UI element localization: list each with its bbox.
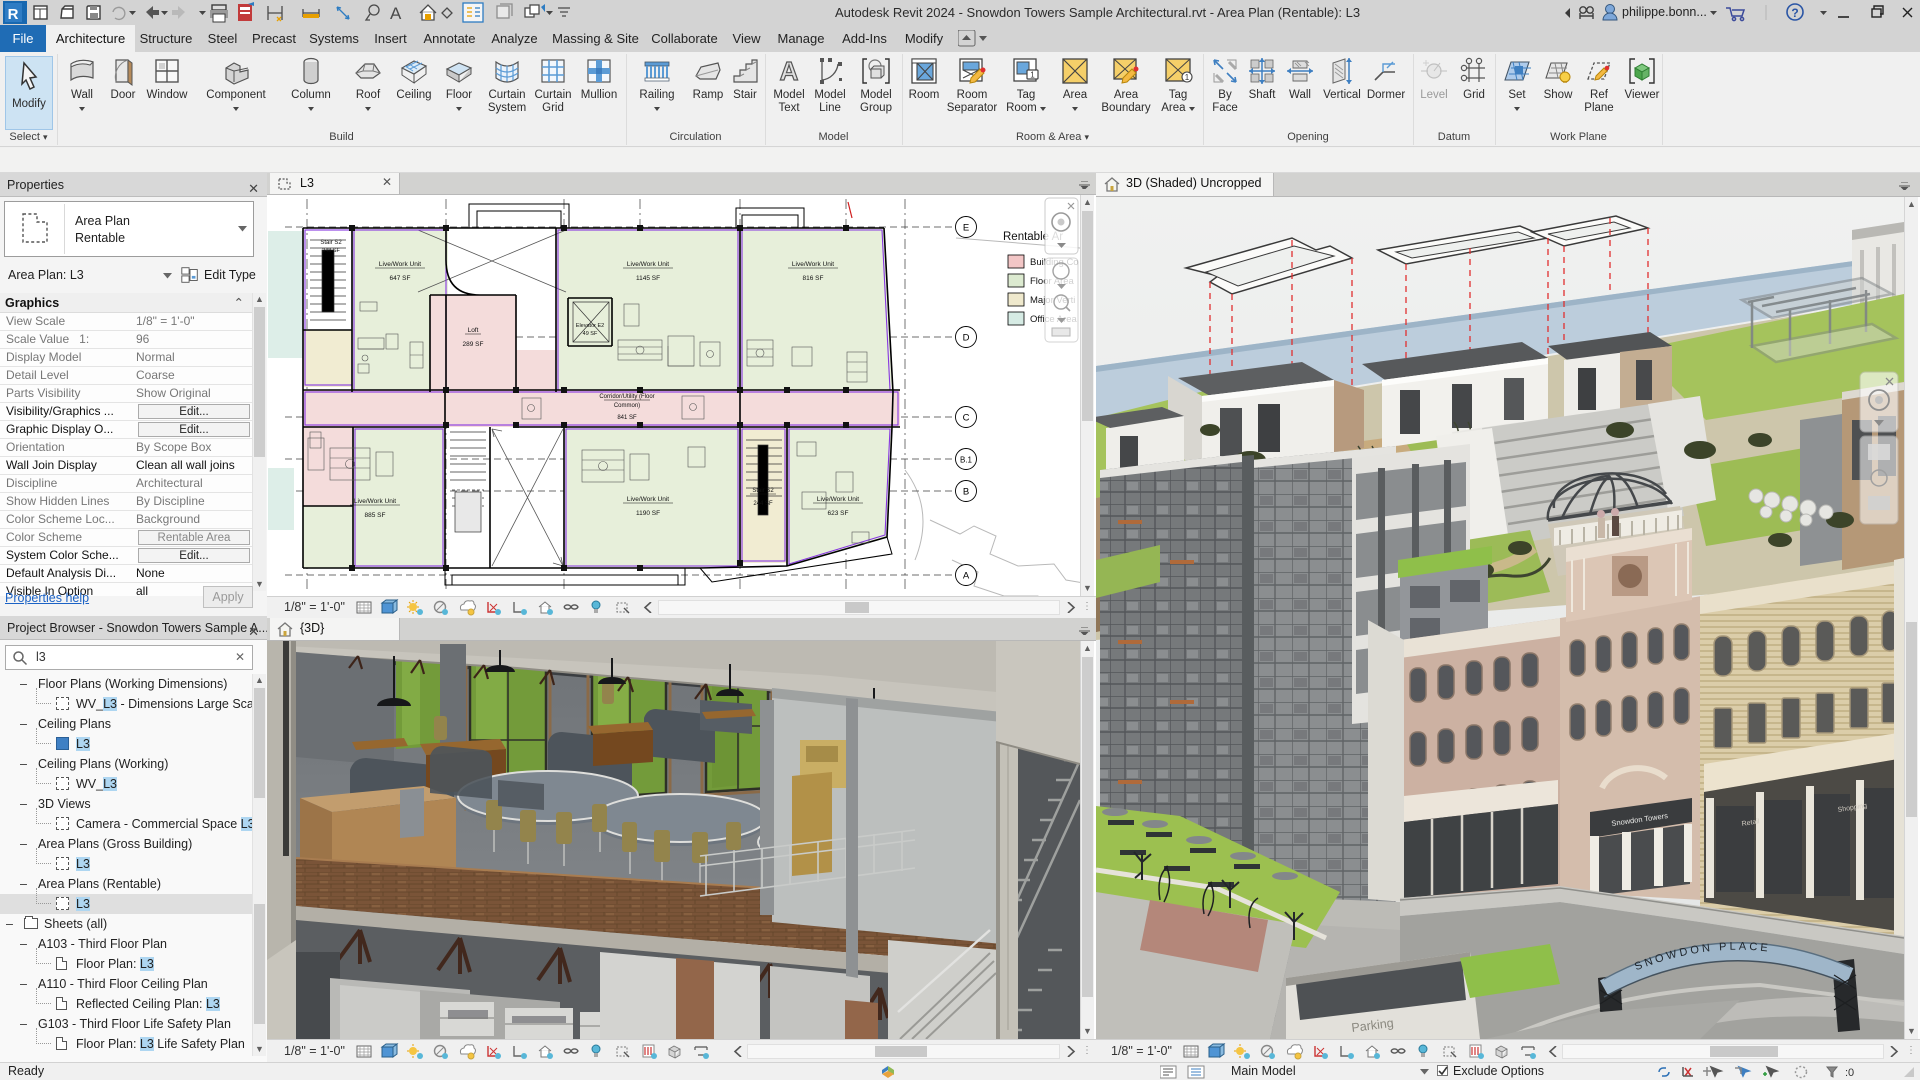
svg-text:?: ? [1791, 6, 1798, 20]
svg-text:623 SF: 623 SF [828, 510, 849, 517]
svg-text:1190 SF: 1190 SF [636, 510, 660, 517]
svg-text:Live/Work Unit: Live/Work Unit [627, 261, 669, 268]
svg-text:289 SF: 289 SF [463, 341, 484, 348]
svg-text:Stair S2: Stair S2 [752, 488, 774, 494]
svg-text:1: 1 [1185, 73, 1190, 82]
svg-text:1: 1 [1030, 71, 1035, 80]
svg-text:A: A [963, 571, 970, 582]
svg-text:1145 SF: 1145 SF [636, 275, 660, 282]
svg-text:49 SF: 49 SF [583, 331, 598, 337]
svg-text:Common): Common) [614, 403, 640, 409]
svg-text:D: D [963, 333, 970, 344]
svg-text:Live/Work Unit: Live/Work Unit [627, 496, 669, 503]
svg-text:885 SF: 885 SF [365, 512, 386, 519]
svg-text:248 SF: 248 SF [322, 248, 340, 254]
svg-text:Elevator E2: Elevator E2 [576, 323, 604, 329]
svg-text:Live/Work Unit: Live/Work Unit [354, 498, 396, 505]
svg-text:C: C [963, 413, 970, 424]
svg-text:816 SF: 816 SF [803, 275, 824, 282]
svg-text:Corridor/Utility (Floor: Corridor/Utility (Floor [599, 394, 654, 400]
svg-text:Stair S2: Stair S2 [320, 240, 342, 246]
svg-text:B: B [963, 487, 969, 498]
svg-text:A: A [390, 4, 402, 23]
svg-text::0: :0 [1845, 1067, 1854, 1079]
svg-text:B.1: B.1 [960, 456, 973, 465]
svg-text:Live/Work Unit: Live/Work Unit [792, 261, 834, 268]
svg-text:Live/Work Unit: Live/Work Unit [817, 496, 859, 503]
svg-text:E: E [963, 223, 969, 234]
svg-text:841 SF: 841 SF [617, 415, 637, 421]
svg-text:Loft: Loft [468, 327, 479, 334]
svg-text:647 SF: 647 SF [390, 275, 411, 282]
svg-text:R: R [8, 6, 19, 23]
svg-text:Live/Work Unit: Live/Work Unit [379, 261, 421, 268]
svg-text:244 SF: 244 SF [753, 501, 773, 507]
svg-text:A: A [780, 56, 799, 86]
